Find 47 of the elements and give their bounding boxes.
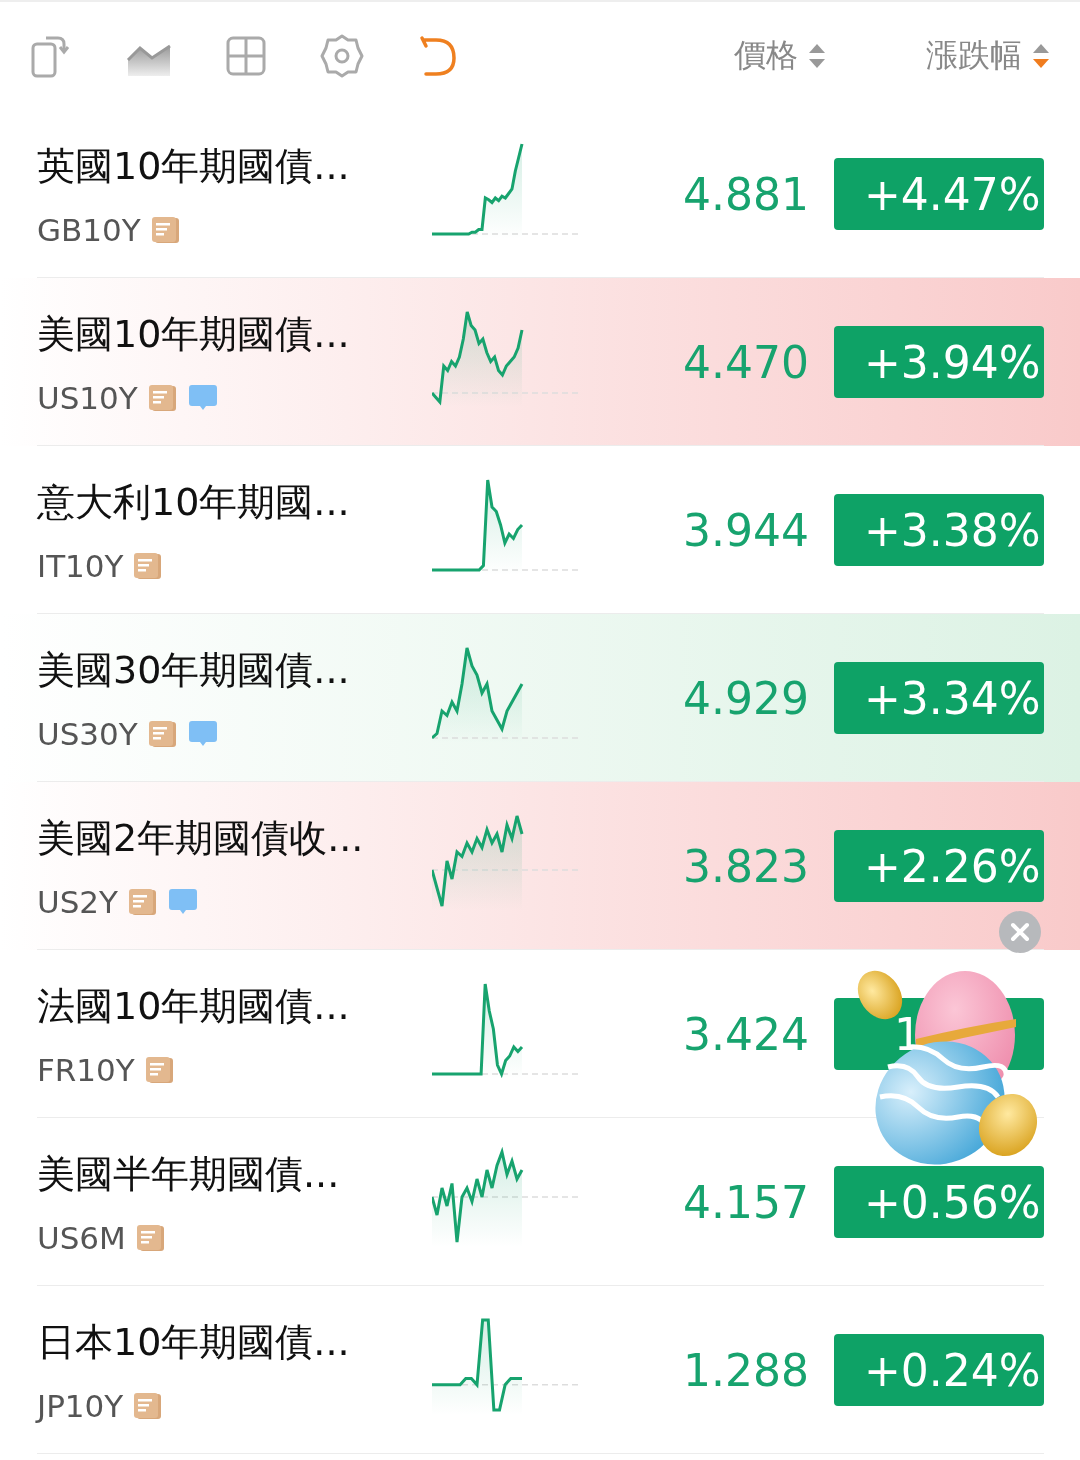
price: 3.944	[682, 504, 810, 556]
list-row[interactable]: 美國半年期國債... US6M 4.157 +0.56%	[0, 1118, 1080, 1286]
note-icon	[150, 214, 181, 245]
change-badge[interactable]: +3.34%	[834, 662, 1044, 734]
sort-header[interactable]: 漲跌幅	[926, 34, 1050, 78]
note-icon	[133, 550, 164, 581]
note-icon	[135, 1222, 166, 1253]
bond-name: 美國2年期國債收...	[37, 814, 365, 862]
price: 3.424	[682, 1008, 810, 1060]
bond-symbol: FR10Y	[37, 1051, 135, 1088]
bond-symbol: IT10Y	[37, 547, 124, 584]
price: 3.823	[682, 840, 810, 892]
close-icon[interactable]	[999, 911, 1041, 953]
settings-icon[interactable]	[318, 32, 366, 80]
bond-name: 美國半年期國債...	[37, 1150, 341, 1198]
change-badge[interactable]: +3.38%	[834, 494, 1044, 566]
price: 1.288	[682, 1344, 810, 1396]
bond-name: 日本10年期國債...	[37, 1318, 351, 1366]
list-row[interactable]: 英國10年期國債... GB10Y 4.881 +4.47%	[0, 110, 1080, 278]
note-icon	[144, 1054, 175, 1085]
note-icon	[128, 886, 159, 917]
change-badge[interactable]: +2.26%	[834, 830, 1044, 902]
bond-symbol: US2Y	[37, 883, 119, 920]
price: 4.929	[682, 672, 810, 724]
note-icon	[147, 382, 178, 413]
list-row[interactable]: 日本10年期國債... JP10Y 1.288 +0.24%	[0, 1286, 1080, 1454]
note-icon	[147, 718, 178, 749]
bond-name: 意大利10年期國...	[37, 478, 351, 526]
bond-name: 美國10年期國債...	[37, 310, 351, 358]
list-row[interactable]: 意大利10年期國... IT10Y 3.944 +3.38%	[0, 446, 1080, 614]
change-badge[interactable]: +0.56%	[834, 1166, 1044, 1238]
note-icon	[133, 1390, 164, 1421]
bond-name: 美國30年期國債...	[37, 646, 351, 694]
price: 4.881	[682, 168, 810, 220]
price: 4.157	[682, 1176, 810, 1228]
bond-name: 英國10年期國債...	[37, 142, 351, 190]
bond-symbol: US6M	[37, 1219, 126, 1256]
change-badge[interactable]: +4.47%	[834, 158, 1044, 230]
bond-symbol: GB10Y	[37, 211, 141, 248]
price: 4.470	[682, 336, 810, 388]
bond-name: 法國10年期國債...	[37, 982, 351, 1030]
change-badge[interactable]: +0.24%	[834, 1334, 1044, 1406]
bond-symbol: US10Y	[37, 379, 138, 416]
sort-header[interactable]: 價格	[734, 34, 826, 78]
bond-symbol: US30Y	[37, 715, 138, 752]
bond-symbol: JP10Y	[37, 1387, 124, 1424]
change-badge[interactable]: +3.94%	[834, 326, 1044, 398]
